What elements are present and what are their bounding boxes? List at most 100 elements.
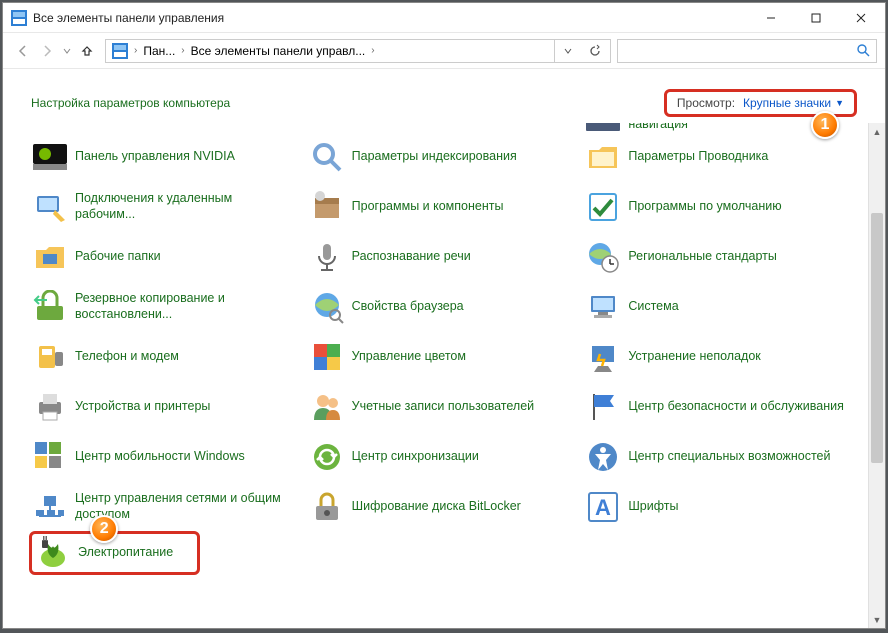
fonts-icon (586, 490, 620, 524)
up-button[interactable] (75, 39, 99, 63)
titlebar: Все элементы панели управления (3, 3, 885, 33)
cpl-item-label: Программы по умолчанию (628, 199, 781, 215)
cpl-item-globe-clock[interactable]: Региональные стандарты (582, 235, 851, 279)
nvidia-icon (33, 140, 67, 174)
scroll-down-button[interactable]: ▼ (869, 611, 885, 628)
bitlocker-icon (310, 490, 344, 524)
breadcrumb-dropdown[interactable] (554, 40, 580, 62)
cpl-item-computer[interactable]: Система (582, 285, 851, 329)
cpl-item-label: Программы и компоненты (352, 199, 504, 215)
chevron-down-icon[interactable]: ▼ (835, 98, 844, 108)
users-icon (310, 390, 344, 424)
control-panel-grid: Панель управления NVIDIA Параметры индекс… (29, 135, 851, 529)
phone-icon (33, 340, 67, 374)
cpl-item-printer[interactable]: Устройства и принтеры (29, 385, 298, 429)
cpl-item-label: Распознавание речи (352, 249, 471, 265)
flag-icon (586, 390, 620, 424)
cpl-item-search[interactable]: Параметры индексирования (306, 135, 575, 179)
annotation-badge-2: 2 (90, 515, 118, 543)
breadcrumb[interactable]: › Пан... › Все элементы панели управл...… (105, 39, 611, 63)
power-item-wrap: Электропитание 2 (29, 531, 200, 575)
globe-opts-icon (310, 290, 344, 324)
location-icon (112, 43, 128, 59)
search-icon (856, 43, 870, 62)
cpl-item-defaults[interactable]: Программы по умолчанию (582, 185, 851, 229)
search-input[interactable] (617, 39, 877, 63)
defaults-icon (586, 190, 620, 224)
box-icon (310, 190, 344, 224)
cpl-item-phone[interactable]: Телефон и модем (29, 335, 298, 379)
cpl-item-flag[interactable]: Центр безопасности и обслуживания (582, 385, 851, 429)
cpl-item-box[interactable]: Программы и компоненты (306, 185, 575, 229)
keyboard-icon (586, 123, 620, 133)
chevron-right-icon[interactable]: › (369, 45, 376, 56)
cpl-item-partial[interactable] (306, 123, 575, 135)
cpl-item-label: Устранение неполадок (628, 349, 760, 365)
cpl-item-partial[interactable] (29, 123, 298, 135)
view-value[interactable]: Крупные значки (743, 96, 831, 110)
network-icon (33, 490, 67, 524)
ease-icon (586, 440, 620, 474)
cpl-item-ease[interactable]: Центр специальных возможностей (582, 435, 851, 479)
cpl-item-label: Панель управления NVIDIA (75, 149, 235, 165)
cpl-item-label: Региональные стандарты (628, 249, 777, 265)
minimize-button[interactable] (748, 4, 793, 32)
view-label: Просмотр: (677, 96, 735, 110)
cpl-item-label: Учетные записи пользователей (352, 399, 535, 415)
scroll-up-button[interactable]: ▲ (869, 123, 885, 140)
navbar: › Пан... › Все элементы панели управл...… (3, 33, 885, 69)
cpl-item-label: Параметры индексирования (352, 149, 517, 165)
cpl-item-label: Система (628, 299, 678, 315)
cpl-item-label: Центр специальных возможностей (628, 449, 830, 465)
cpl-item-nvidia[interactable]: Панель управления NVIDIA (29, 135, 298, 179)
page-title: Настройка параметров компьютера (31, 96, 230, 110)
remote-icon (33, 190, 67, 224)
vertical-scrollbar[interactable]: ▲ ▼ (868, 123, 885, 628)
cpl-item-sync[interactable]: Центр синхронизации (306, 435, 575, 479)
content-area: навигация Панель управления NVIDIA Параме… (3, 123, 885, 628)
cpl-item-label: Рабочие папки (75, 249, 161, 265)
partial-top-row: навигация (29, 123, 851, 135)
cpl-item-label: Резервное копирование и восстановлени... (75, 291, 294, 322)
cpl-item-globe-opts[interactable]: Свойства браузера (306, 285, 575, 329)
close-button[interactable] (838, 4, 883, 32)
cpl-item-users[interactable]: Учетные записи пользователей (306, 385, 575, 429)
cpl-item-folder-opts[interactable]: Параметры Проводника (582, 135, 851, 179)
cpl-item-mobility[interactable]: Центр мобильности Windows (29, 435, 298, 479)
cpl-item-label: Центр синхронизации (352, 449, 479, 465)
cpl-item-troubleshoot[interactable]: Устранение неполадок (582, 335, 851, 379)
cpl-item-partial[interactable]: навигация (582, 123, 851, 135)
chevron-right-icon[interactable]: › (179, 45, 186, 56)
recent-button[interactable] (59, 39, 75, 63)
cpl-item-label: Центр безопасности и обслуживания (628, 399, 844, 415)
breadcrumb-seg-1[interactable]: Пан... (139, 44, 179, 58)
cpl-item-label: Управление цветом (352, 349, 466, 365)
window-title: Все элементы панели управления (33, 11, 748, 25)
cpl-item-bitlocker[interactable]: Шифрование диска BitLocker (306, 485, 575, 529)
cpl-item-mic[interactable]: Распознавание речи (306, 235, 575, 279)
troubleshoot-icon (586, 340, 620, 374)
cpl-item-backup[interactable]: Резервное копирование и восстановлени... (29, 285, 298, 329)
scroll-thumb[interactable] (871, 213, 883, 463)
cpl-item-label: Устройства и принтеры (75, 399, 210, 415)
maximize-button[interactable] (793, 4, 838, 32)
cpl-item-network[interactable]: Центр управления сетями и общим доступом (29, 485, 298, 529)
cpl-item-workfolders[interactable]: Рабочие папки (29, 235, 298, 279)
search-icon (310, 140, 344, 174)
page-header: Настройка параметров компьютера Просмотр… (3, 69, 885, 123)
computer-icon (586, 290, 620, 324)
refresh-button[interactable] (582, 40, 608, 62)
breadcrumb-seg-2[interactable]: Все элементы панели управл... (187, 44, 370, 58)
printer-icon (33, 390, 67, 424)
cpl-item-color[interactable]: Управление цветом (306, 335, 575, 379)
back-button[interactable] (11, 39, 35, 63)
window: Все элементы панели управления › Пан... … (2, 2, 886, 629)
cpl-item-label: Свойства браузера (352, 299, 464, 315)
folder-opts-icon (586, 140, 620, 174)
cpl-item-fonts[interactable]: Шрифты (582, 485, 851, 529)
chevron-right-icon[interactable]: › (132, 45, 139, 56)
cpl-item-label: Шифрование диска BitLocker (352, 499, 521, 515)
forward-button[interactable] (35, 39, 59, 63)
workfolders-icon (33, 240, 67, 274)
cpl-item-remote[interactable]: Подключения к удаленным рабочим... (29, 185, 298, 229)
